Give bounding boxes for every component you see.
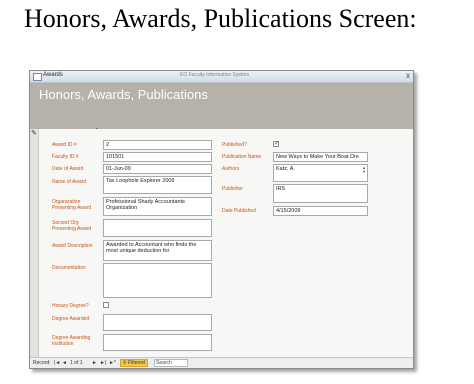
published-label: Published? [222, 142, 247, 148]
pencil-icon: ✎ [31, 130, 37, 137]
tab-awards[interactable]: Awards [43, 72, 63, 78]
search-input[interactable]: Search [154, 359, 188, 367]
last-record-button[interactable]: ►| [100, 360, 106, 366]
award-description-label: Award Description [52, 243, 93, 249]
date-published-field[interactable]: 4/15/2009 [273, 206, 368, 216]
faculty-id-field[interactable]: 101501 [103, 152, 212, 162]
date-of-award-label: Date of Award [52, 166, 84, 172]
documentation-field[interactable] [103, 263, 212, 298]
first-record-button[interactable]: |◄ [54, 360, 60, 366]
page-heading: Honors, Awards, Publications Screen: [24, 4, 417, 33]
org-presenting-field[interactable]: Professional Shady Accountants Organizat… [103, 197, 212, 216]
second-org-label: Second Org Presenting Award [52, 220, 92, 232]
published-checkbox[interactable]: ✓ [273, 141, 279, 147]
app-title: EO Faculty Information System [180, 72, 250, 78]
record-navigation-bar: Record: |◄ ◄ 1 of 1 ► ►| ►* ⚲ Filtered S… [30, 357, 413, 368]
award-id-label: Award ID # [52, 142, 77, 148]
name-of-award-label: Name of Award [52, 179, 87, 185]
authors-scrollbar[interactable]: ▲ ▼ [362, 166, 366, 174]
degree-institution-label: Degree Awarding Institution [52, 335, 91, 347]
degree-awarded-label: Degree Awarded [52, 316, 90, 322]
new-record-button[interactable]: ►* [109, 360, 116, 366]
filter-toggle-button[interactable]: ⚲ Filtered [120, 359, 148, 367]
filter-label: Filtered [128, 360, 145, 366]
honary-degree-checkbox[interactable] [103, 302, 109, 308]
degree-awarded-field[interactable] [103, 314, 212, 331]
record-position[interactable]: 1 of 1 [70, 360, 83, 366]
next-record-button[interactable]: ► [92, 360, 97, 366]
form-header: Honors, Awards, Publications [30, 83, 413, 138]
date-published-label: Date Published [222, 208, 256, 214]
faculty-id-label: Faculty ID # [52, 154, 79, 160]
award-id-field[interactable]: 2 [103, 140, 212, 150]
authors-value: Katz, A. [276, 166, 295, 172]
close-icon[interactable]: x [406, 72, 410, 80]
publisher-label: Publisher [222, 186, 243, 192]
filter-icon: ⚲ [123, 360, 127, 366]
name-of-award-field[interactable]: Tax Loophole Explorer 2009 [103, 176, 212, 194]
org-presenting-label: Organization Presenting Award [52, 199, 92, 211]
documentation-label: Documentation [52, 265, 86, 271]
date-of-award-field[interactable]: 01-Jun-09 [103, 164, 212, 174]
record-label: Record: [33, 360, 51, 366]
authors-field[interactable]: Katz, A. ▲ ▼ [273, 164, 368, 182]
form-detail: ✎ Award ID # 2 Faculty ID # 101501 Date … [30, 129, 413, 357]
award-description-field[interactable]: Awarded to Accountant who finds the most… [103, 240, 212, 261]
form-icon [33, 73, 42, 81]
access-form-window: Awards EO Faculty Information System x H… [29, 70, 414, 369]
previous-record-button[interactable]: ◄ [62, 360, 67, 366]
second-org-field[interactable] [103, 219, 212, 237]
honary-degree-label: Honary Degree? [52, 303, 89, 309]
form-title: Honors, Awards, Publications [39, 87, 208, 102]
publisher-field[interactable]: IRS [273, 184, 368, 203]
check-icon: ✓ [274, 141, 280, 147]
publication-name-field[interactable]: New Ways to Make Your Boat Dre [273, 152, 368, 162]
record-selector[interactable]: ✎ [30, 129, 39, 357]
window-titlebar: Awards EO Faculty Information System x [30, 71, 413, 83]
degree-institution-field[interactable] [103, 334, 212, 351]
publication-name-label: Publication Name [222, 154, 262, 160]
authors-label: Authors [222, 166, 240, 172]
